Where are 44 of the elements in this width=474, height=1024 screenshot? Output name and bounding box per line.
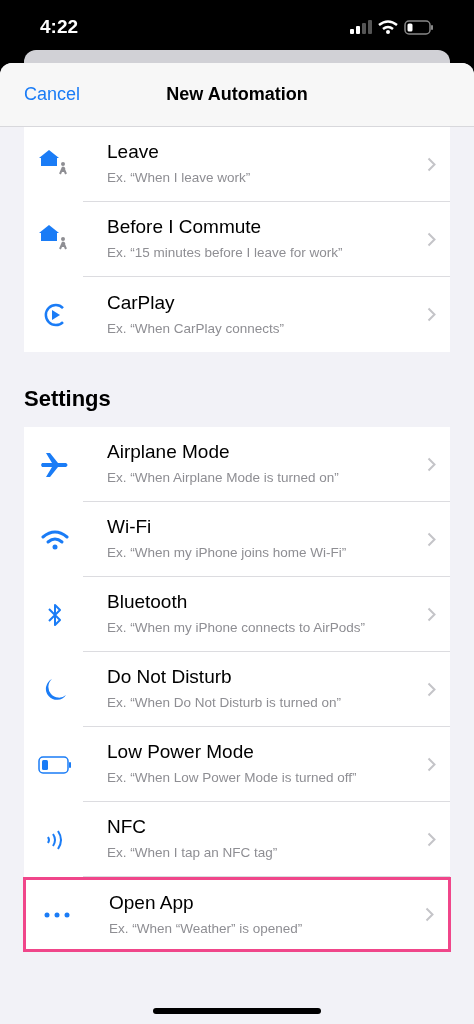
trigger-title: Wi-Fi (107, 515, 153, 539)
trigger-title: Before I Commute (107, 215, 263, 239)
airplane-icon (39, 451, 70, 478)
chevron-icon (427, 156, 436, 172)
chevron-icon (427, 531, 436, 547)
trigger-row[interactable]: Open App Ex. “When “Weather” is opened” (23, 877, 451, 952)
chevron-icon (427, 756, 436, 772)
bluetooth-icon (46, 601, 63, 628)
wifi-icon (378, 20, 398, 34)
chevron-icon (427, 606, 436, 622)
trigger-example: Ex. “When CarPlay connects” (107, 319, 286, 338)
trigger-title: Open App (109, 890, 195, 915)
trigger-example: Ex. “When my iPhone connects to AirPods” (107, 619, 367, 637)
status-time: 4:22 (40, 14, 79, 39)
trigger-example: Ex. “15 minutes before I leave for work” (107, 244, 344, 262)
trigger-title: Airplane Mode (107, 440, 231, 464)
chevron-icon (427, 681, 436, 697)
trigger-title: Do Not Disturb (107, 665, 233, 689)
chevron-icon (427, 307, 436, 322)
nav-title: New Automation (166, 83, 308, 106)
trigger-title: CarPlay (107, 290, 176, 315)
trigger-title: NFC (107, 815, 148, 839)
chevron-icon (427, 231, 436, 247)
trigger-example: Ex. “When Airplane Mode is turned on” (107, 469, 340, 487)
wifi-icon (40, 528, 69, 551)
trigger-title: Bluetooth (107, 590, 189, 614)
trigger-example: Ex. “When I leave work” (107, 169, 252, 187)
trigger-example: Ex. “When Do Not Disturb is turned on” (107, 694, 343, 712)
trigger-example: Ex. “When “Weather” is opened” (109, 919, 304, 938)
trigger-title: Leave (107, 140, 160, 164)
chevron-icon (427, 456, 436, 472)
battery-icon (37, 755, 72, 774)
chevron-icon (425, 907, 434, 922)
chevron-icon (427, 831, 436, 847)
more-icon (43, 911, 70, 918)
trigger-example: Ex. “When my iPhone joins home Wi-Fi” (107, 544, 348, 562)
section-header: Settings (23, 385, 112, 413)
trigger-example: Ex. “When Low Power Mode is turned off” (107, 769, 358, 787)
trigger-row[interactable]: Airplane Mode Ex. “When Airplane Mode is turned on” (24, 427, 450, 502)
cancel-button[interactable]: Cancel (0, 81, 81, 108)
trigger-example: Ex. “When I tap an NFC tag” (107, 844, 279, 862)
signal-icon (350, 20, 372, 34)
trigger-title: Low Power Mode (107, 740, 255, 764)
battery-icon (404, 19, 434, 35)
